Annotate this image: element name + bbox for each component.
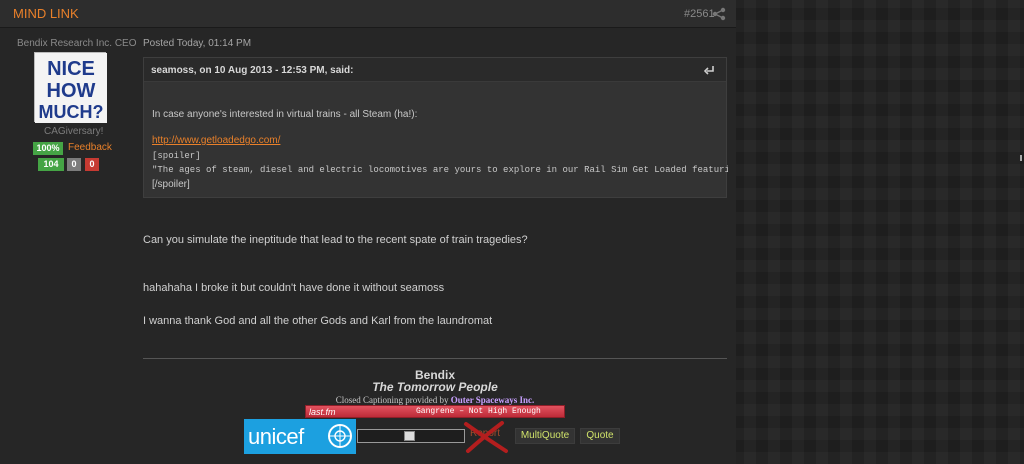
- avatar[interactable]: NICE HOW MUCH?: [34, 52, 107, 123]
- post-message-1: Can you simulate the ineptitude that lea…: [143, 234, 528, 246]
- member-title: CAGiversary!: [44, 126, 104, 137]
- quote-author: seamoss, on 10 Aug 2013 - 12:53 PM, said…: [151, 65, 354, 76]
- avatar-text-3: MUCH?: [39, 102, 104, 122]
- share-icon[interactable]: [712, 7, 726, 21]
- avatar-text-1: NICE: [47, 58, 95, 80]
- feedback-link[interactable]: Feedback: [68, 142, 112, 153]
- signature-captioning: Closed Captioning provided by Outer Spac…: [143, 395, 727, 405]
- lastfm-now-playing[interactable]: last.fm Gangrene – Not High Enough: [305, 405, 565, 418]
- captioning-prefix: Closed Captioning provided by: [335, 395, 449, 405]
- thread-title-link[interactable]: MIND LINK: [13, 6, 79, 21]
- lastfm-logo: last.fm: [309, 407, 336, 417]
- scroll-marker: [1020, 155, 1022, 161]
- unicef-logo-text: unicef: [248, 424, 304, 449]
- user-title: Bendix Research Inc. CEO: [17, 38, 137, 49]
- quote-block: seamoss, on 10 Aug 2013 - 12:53 PM, said…: [143, 57, 728, 198]
- quote-button[interactable]: Quote: [580, 428, 620, 444]
- spoiler-text: "The ages of steam, diesel and electric …: [152, 165, 728, 175]
- broken-image: [357, 429, 465, 443]
- spoiler-close-tag: [/spoiler]: [152, 179, 190, 190]
- unicef-banner[interactable]: unicef: [244, 419, 356, 454]
- post-message-2: hahahaha I broke it but couldn't have do…: [143, 282, 445, 294]
- quote-header: seamoss, on 10 Aug 2013 - 12:53 PM, said…: [144, 58, 726, 82]
- view-post-arrow-icon[interactable]: [704, 65, 716, 75]
- signature-divider: [143, 358, 727, 359]
- post-timestamp: Posted Today, 01:14 PM: [143, 38, 252, 49]
- spoiler-open-tag: [spoiler]: [152, 151, 201, 161]
- signature-tagline: The Tomorrow People: [372, 380, 498, 394]
- post-number-link[interactable]: #2561: [684, 8, 715, 20]
- forum-post: MIND LINK #2561 Bendix Research Inc. CEO…: [0, 0, 736, 464]
- broken-image-icon: [404, 431, 415, 441]
- post-header: MIND LINK #2561: [0, 0, 736, 28]
- quote-link[interactable]: http://www.getloadedgo.com/: [152, 135, 280, 146]
- unicef-globe-icon: [328, 424, 352, 448]
- multiquote-button[interactable]: MultiQuote: [515, 428, 575, 444]
- avatar-text-2: HOW: [47, 80, 96, 102]
- reputation-neutral: 0: [67, 158, 81, 171]
- quote-text: In case anyone's interested in virtual t…: [152, 109, 418, 120]
- feedback-percent-badge: 100%: [33, 142, 63, 155]
- lastfm-track: Gangrene – Not High Enough: [416, 407, 541, 416]
- cross-out-icon: [464, 421, 508, 453]
- reputation-negative: 0: [85, 158, 99, 171]
- captioning-brand: Outer Spaceways Inc.: [450, 395, 535, 405]
- post-message-3: I wanna thank God and all the other Gods…: [143, 315, 493, 327]
- reputation-positive: 104: [38, 158, 64, 171]
